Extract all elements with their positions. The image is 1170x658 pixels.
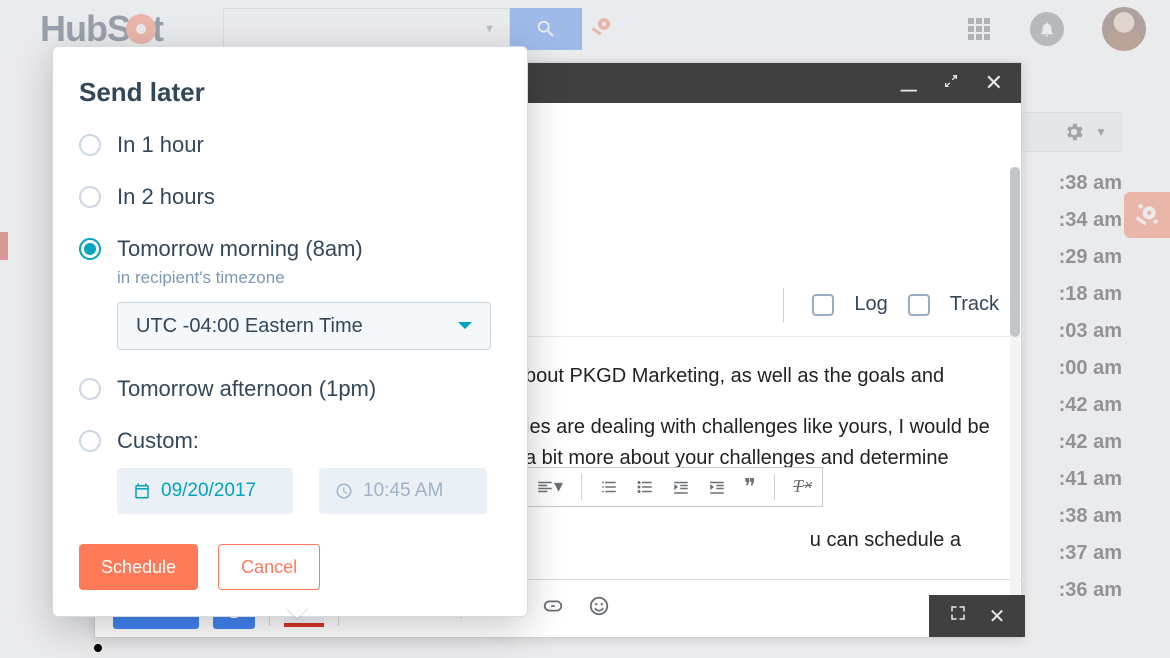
track-label: Track bbox=[950, 293, 999, 316]
cancel-button[interactable]: Cancel bbox=[218, 544, 320, 590]
compose-scrollbar[interactable] bbox=[1010, 167, 1020, 597]
quote-icon[interactable]: ❞ bbox=[744, 470, 756, 504]
radio-selected-icon[interactable] bbox=[79, 238, 101, 260]
notifications-button[interactable] bbox=[1030, 12, 1064, 46]
radio-icon[interactable] bbox=[79, 378, 101, 400]
opt-tomorrow-afternoon[interactable]: Tomorrow afternoon (1pm) bbox=[79, 376, 501, 402]
indent-decrease-icon[interactable] bbox=[672, 478, 690, 496]
time-item[interactable]: :37 am bbox=[1059, 542, 1122, 565]
time-item[interactable]: :38 am bbox=[1059, 505, 1122, 528]
search-icon bbox=[535, 18, 557, 40]
settings-dropdown[interactable]: ▼ bbox=[1010, 112, 1122, 152]
time-item[interactable]: :38 am bbox=[1059, 172, 1122, 195]
inbox-indicator bbox=[0, 232, 8, 260]
opt-custom[interactable]: Custom: 09/20/2017 10:45 AM bbox=[79, 428, 501, 514]
popover-title: Send later bbox=[79, 77, 501, 108]
calendar-icon bbox=[133, 482, 151, 500]
hubspot-side-tab[interactable] bbox=[1124, 192, 1170, 238]
custom-time-input[interactable]: 10:45 AM bbox=[319, 468, 487, 514]
track-checkbox[interactable] bbox=[908, 294, 930, 316]
time-item[interactable]: :42 am bbox=[1059, 394, 1122, 417]
apps-grid-icon[interactable] bbox=[968, 18, 990, 40]
time-item[interactable]: :36 am bbox=[1059, 579, 1122, 602]
opt-label: In 2 hours bbox=[117, 184, 501, 210]
body-line: u can schedule a bbox=[525, 525, 991, 556]
time-item[interactable]: :42 am bbox=[1059, 431, 1122, 454]
numbered-list-icon[interactable] bbox=[600, 478, 618, 496]
bell-icon bbox=[1038, 20, 1056, 38]
link-icon bbox=[542, 595, 564, 617]
custom-date-value: 09/20/2017 bbox=[161, 480, 256, 502]
close-icon[interactable]: ✕ bbox=[985, 70, 1003, 96]
timezone-value: UTC -04:00 Eastern Time bbox=[136, 315, 363, 338]
caret-down-icon bbox=[458, 322, 472, 336]
hubspot-logo: HubS t bbox=[40, 8, 163, 50]
email-time-list: :38 am :34 am :29 am :18 am :03 am :00 a… bbox=[1059, 172, 1122, 602]
insert-link-button[interactable] bbox=[537, 595, 569, 623]
hubspot-small-icon[interactable] bbox=[590, 14, 614, 45]
time-item[interactable]: :18 am bbox=[1059, 283, 1122, 306]
send-later-popover: Send later In 1 hour In 2 hours Tomorrow… bbox=[52, 46, 528, 617]
sprocket-icon bbox=[126, 14, 156, 44]
radio-icon[interactable] bbox=[79, 134, 101, 156]
expand-icon[interactable] bbox=[949, 604, 967, 628]
time-item[interactable]: :00 am bbox=[1059, 357, 1122, 380]
time-item[interactable]: :34 am bbox=[1059, 209, 1122, 232]
log-checkbox[interactable] bbox=[812, 294, 834, 316]
schedule-button[interactable]: Schedule bbox=[79, 544, 198, 590]
opt-label: In 1 hour bbox=[117, 132, 501, 158]
body-line: bout PKGD Marketing, as well as the goal… bbox=[525, 361, 991, 392]
clear-format-icon[interactable]: T✕ bbox=[793, 473, 812, 501]
opt-1-hour[interactable]: In 1 hour bbox=[79, 132, 501, 158]
time-item[interactable]: :03 am bbox=[1059, 320, 1122, 343]
radio-icon[interactable] bbox=[79, 186, 101, 208]
indent-increase-icon[interactable] bbox=[708, 478, 726, 496]
maximize-bar: ✕ bbox=[929, 595, 1025, 637]
user-avatar[interactable] bbox=[1102, 7, 1146, 51]
bullet-dot bbox=[94, 644, 102, 652]
align-icon[interactable]: ▾ bbox=[536, 473, 563, 501]
time-item[interactable]: :41 am bbox=[1059, 468, 1122, 491]
opt-label: Tomorrow morning (8am) bbox=[117, 236, 501, 262]
bullet-list-icon[interactable] bbox=[636, 478, 654, 496]
emoji-icon bbox=[588, 595, 610, 617]
close-small-icon[interactable]: ✕ bbox=[989, 604, 1006, 629]
opt-2-hours[interactable]: In 2 hours bbox=[79, 184, 501, 210]
search-button[interactable] bbox=[510, 8, 582, 50]
time-item[interactable]: :29 am bbox=[1059, 246, 1122, 269]
formatting-toolbar: ▾ ❞ T✕ bbox=[525, 467, 823, 507]
custom-date-input[interactable]: 09/20/2017 bbox=[117, 468, 293, 514]
logo-text-prefix: HubS bbox=[40, 8, 130, 50]
emoji-button[interactable] bbox=[583, 595, 615, 623]
opt-label: Custom: bbox=[117, 428, 501, 454]
search-scope-caret-icon[interactable]: ▼ bbox=[471, 23, 509, 35]
opt-tomorrow-morning[interactable]: Tomorrow morning (8am) in recipient's ti… bbox=[79, 236, 501, 350]
caret-down-icon: ▼ bbox=[1095, 125, 1107, 139]
collapse-icon[interactable] bbox=[943, 73, 959, 94]
sprocket-icon bbox=[1134, 202, 1160, 228]
log-label: Log bbox=[854, 293, 887, 316]
clock-icon bbox=[335, 482, 353, 500]
opt-label: Tomorrow afternoon (1pm) bbox=[117, 376, 501, 402]
opt-sublabel: in recipient's timezone bbox=[117, 268, 501, 288]
radio-icon[interactable] bbox=[79, 430, 101, 452]
custom-time-value: 10:45 AM bbox=[363, 480, 443, 502]
timezone-select[interactable]: UTC -04:00 Eastern Time bbox=[117, 302, 491, 350]
search-input[interactable]: ▼ bbox=[223, 8, 510, 50]
gear-icon bbox=[1063, 121, 1085, 143]
